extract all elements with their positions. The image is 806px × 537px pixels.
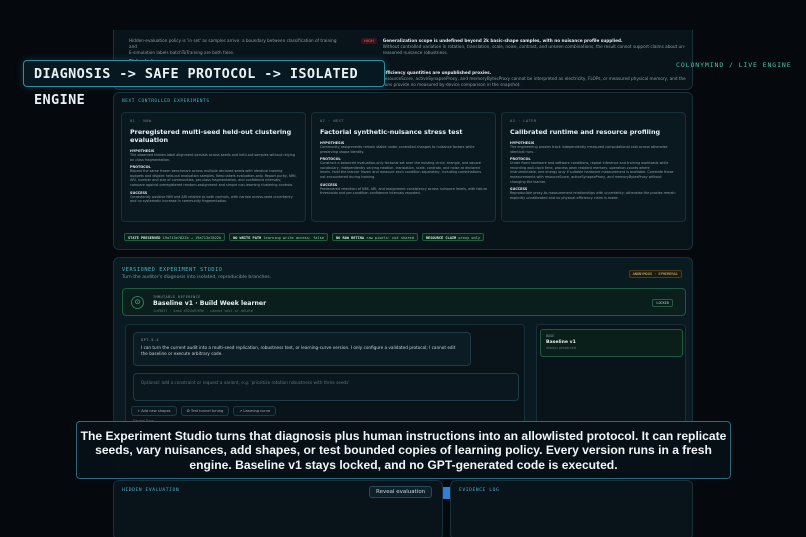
hypothesis-text: Community assignments remain stable unde… — [320, 145, 475, 154]
state-preserved-pill: STATE PRESERVED 19a713e7822b → 19a713e78… — [124, 233, 226, 241]
resource-claim-pill: RESOURCE CLAIM proxy only — [421, 233, 484, 241]
studio-title: VERSIONED EXPERIMENT STUDIO — [122, 267, 223, 273]
findings-text: Hidden-evaluation policy is 'in set' as … — [129, 38, 337, 49]
protocol-text: Repeat the same frozen benchmark across … — [130, 169, 297, 187]
evidence-log-panel: EVIDENCE LOG — [450, 480, 693, 537]
pipeline-banner: DIAGNOSIS -> SAFE PROTOCOL -> ISOLATED E… — [23, 60, 385, 108]
tunnel-tuning-chip[interactable]: ⚙ Test tunnel tuning — [180, 406, 230, 416]
baseline-reference[interactable]: ⊙ IMMUTABLE REFERENCE Baseline v1 · Buil… — [122, 288, 686, 316]
caption-overlay: The Experiment Studio turns that diagnos… — [76, 421, 731, 479]
evidence-log-title: EVIDENCE LOG — [459, 488, 500, 493]
success-text: Consistently positive NMI and ARI relati… — [130, 194, 293, 204]
guarantee-pills: STATE PRESERVED 19a713e7822b → 19a713e78… — [124, 233, 484, 241]
brand-label: COLONYMIND / LIVE ENGINE — [676, 61, 792, 69]
severity-badge: HIGH — [361, 38, 377, 44]
card-title: Preregistered multi-seed held-out cluste… — [130, 128, 292, 144]
assistant-message-text: I can turn the current audit into a mult… — [141, 345, 456, 356]
success-text: Reproducible proxy-to-measurement relati… — [510, 191, 676, 200]
card-phase: 02 · NEXT — [320, 119, 344, 123]
assistant-model-label: GPT-5.4 — [141, 338, 159, 342]
version-kicker: BASE — [546, 334, 555, 338]
no-raw-retina-pill: NO RAW RETINA raw pixels: not shared — [331, 233, 418, 241]
card-phase: 01 · NOW — [130, 119, 152, 123]
assistant-message: GPT-5.4 I can turn the current audit int… — [133, 332, 471, 366]
hypothesis-text: The engineering proxies track independen… — [510, 145, 668, 154]
finding-text: resourceScore, activeSynapseProxy, and m… — [383, 76, 686, 87]
no-write-path-pill: NO WRITE PATH learning write access: fal… — [229, 233, 328, 241]
protocol-text: Under fixed hardware and software condit… — [510, 161, 674, 184]
card-title: Calibrated runtime and resource profilin… — [510, 128, 661, 136]
next-experiments-panel: NEXT CONTROLLED EXPERIMENTS 01 · NOW Pre… — [113, 92, 693, 250]
add-shapes-chip[interactable]: + Add new shapes — [131, 406, 177, 416]
baseline-kicker: IMMUTABLE REFERENCE — [153, 295, 201, 299]
hidden-eval-title: HIDDEN EVALUATION — [122, 488, 180, 493]
protocol-text: Construct a balanced evaluation-only fac… — [320, 161, 481, 179]
finding-item: HIGH Generalization scope is undefined b… — [361, 38, 691, 56]
card-title: Factorial synthetic-nuisance stress test — [320, 128, 463, 136]
hypothesis-text: The observed hidden-label alignment pers… — [130, 153, 295, 162]
session-badge: ANONYMOUS · EPHEMERAL — [628, 270, 682, 278]
experiment-card[interactable]: 03 · LATER Calibrated runtime and resour… — [501, 112, 686, 222]
findings-text: E-simulation labels batchToTraining are … — [129, 50, 235, 55]
hidden-evaluation-panel: HIDDEN EVALUATION Reveal evaluation — [113, 480, 443, 537]
suggestion-chips: + Add new shapes ⚙ Test tunnel tuning ↗ … — [131, 406, 277, 416]
version-title: Baseline v1 — [546, 340, 576, 345]
constraint-input[interactable]: Optional: add a constraint or request a … — [133, 373, 519, 401]
version-item-baseline[interactable]: BASE Baseline v1 Always preserved — [540, 329, 683, 357]
success-text: Predeclared retention of NMI, ARI, and a… — [320, 186, 487, 196]
baseline-meta: 1cd9837 · seed 4924a9769e · cannot edit … — [153, 309, 254, 313]
experiment-card[interactable]: 02 · NEXT Factorial synthetic-nuisance s… — [311, 112, 496, 222]
card-phase: 03 · LATER — [510, 119, 537, 123]
section-label: NEXT CONTROLLED EXPERIMENTS — [122, 99, 210, 104]
locked-badge: LOCKED — [652, 299, 673, 307]
reveal-evaluation-button[interactable]: Reveal evaluation — [369, 486, 433, 498]
version-subtitle: Always preserved — [546, 346, 577, 350]
experiment-card[interactable]: 01 · NOW Preregistered multi-seed held-o… — [121, 112, 306, 222]
baseline-title: Baseline v1 · Build Week learner — [153, 300, 267, 307]
finding-text: Without controlled variation in rotation… — [382, 44, 686, 55]
studio-subtitle: Turn the auditor's diagnosis into isolat… — [122, 275, 272, 280]
lock-icon: ⊙ — [131, 296, 144, 309]
learning-curve-chip[interactable]: ↗ Learning curve — [233, 406, 277, 416]
finding-item: Efficiency quantities are unpublished pr… — [361, 70, 691, 88]
